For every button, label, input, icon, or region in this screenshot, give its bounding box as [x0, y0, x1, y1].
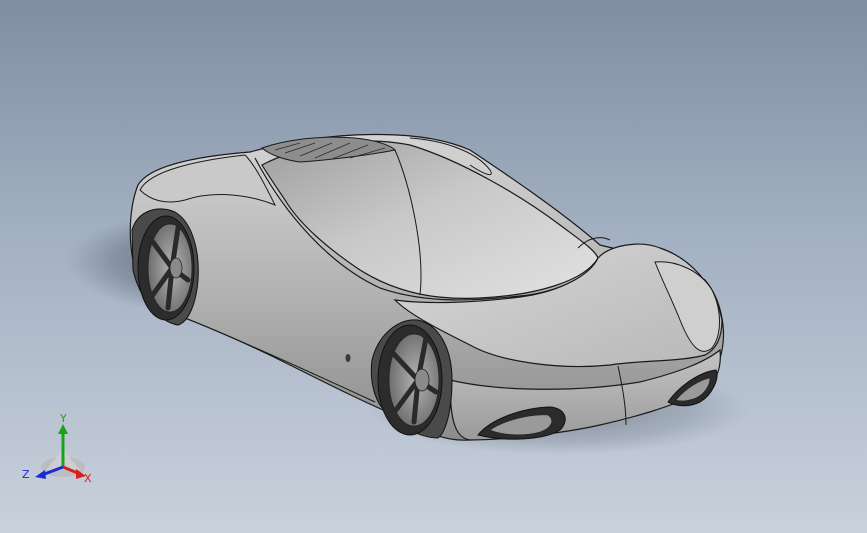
z-axis-head [35, 470, 46, 479]
front-wheel [377, 324, 443, 436]
z-axis-label: Z [22, 468, 30, 481]
x-axis-label: X [84, 472, 92, 485]
car-model[interactable] [0, 0, 867, 533]
y-axis-head [58, 424, 68, 434]
view-orientation-triad: Y X Z [22, 412, 92, 485]
door-handle [345, 354, 351, 362]
y-axis-label: Y [59, 412, 67, 425]
graphics-viewport[interactable]: Y X Z [0, 0, 867, 533]
rear-wheel [137, 215, 195, 321]
